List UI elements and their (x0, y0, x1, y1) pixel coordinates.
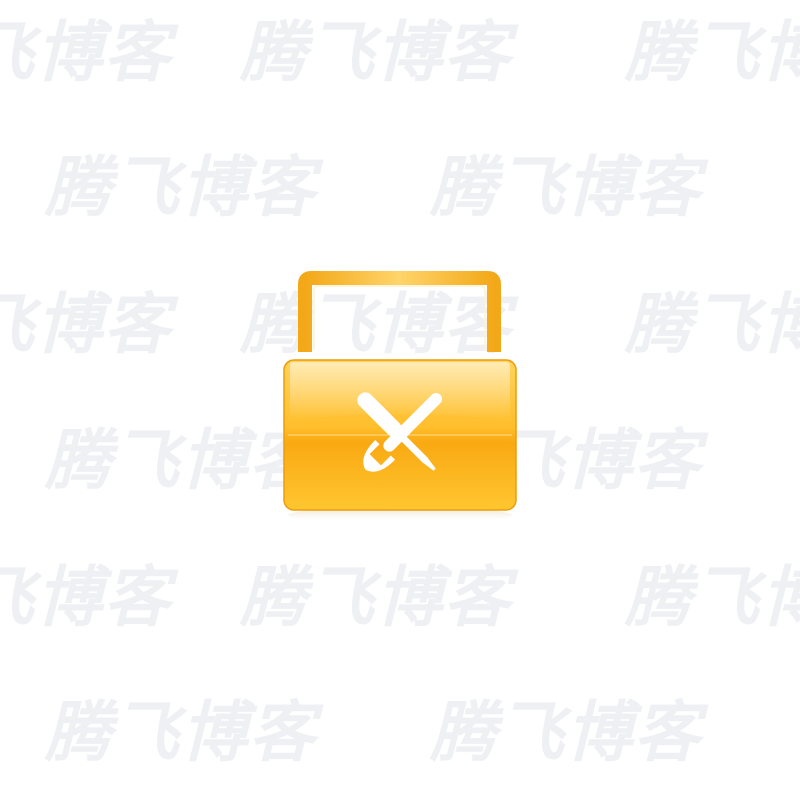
watermark-text: 腾飞博客 (240, 14, 512, 91)
toolbox-icon (270, 270, 530, 530)
watermark-text: 腾飞博客 (430, 694, 702, 771)
watermark-text: 腾飞博客 (625, 14, 800, 91)
toolbox-handle (298, 271, 501, 352)
watermark-text: 腾飞博客 (45, 149, 317, 226)
watermark-text: 腾飞博客 (240, 559, 512, 636)
canvas: 腾飞博客 腾飞博客 腾飞博客 腾飞博客 腾飞博客 腾飞博客 腾飞博客 腾飞博客 … (0, 0, 800, 800)
watermark-text: 腾飞博客 (45, 694, 317, 771)
watermark-text: 腾飞博客 (0, 286, 172, 363)
watermark-text: 腾飞博客 (430, 149, 702, 226)
watermark-text: 腾飞博客 (0, 14, 172, 91)
watermark-text: 腾飞博客 (625, 559, 800, 636)
watermark-text: 腾飞博客 (625, 286, 800, 363)
watermark-text: 腾飞博客 (0, 559, 172, 636)
